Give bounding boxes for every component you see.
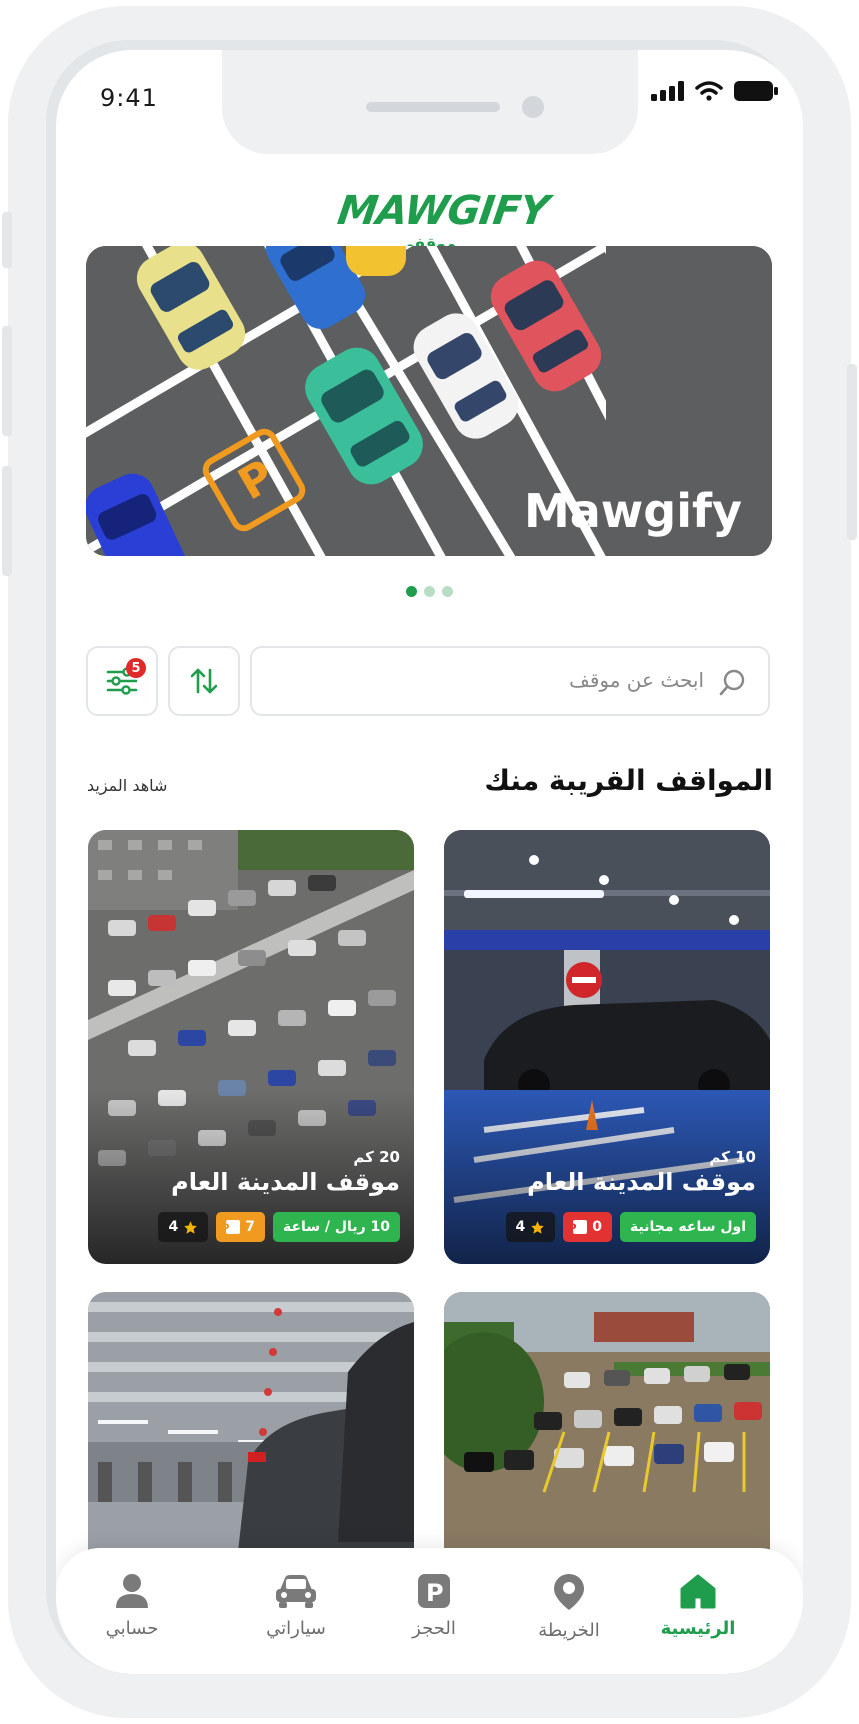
notch xyxy=(222,50,638,154)
search-icon xyxy=(719,669,745,696)
promo-banner[interactable]: P Mawgify xyxy=(86,246,772,556)
home-icon xyxy=(680,1574,716,1609)
parking-name: موقف المدينة العام xyxy=(527,1168,756,1196)
spots-count: 7 xyxy=(245,1219,255,1235)
nav-booking-label: الحجز xyxy=(412,1618,456,1639)
rating-tag: 4 xyxy=(505,1212,556,1242)
parking-icon: P xyxy=(226,1220,241,1235)
bottom-navigation: الرئيسية الخريطة P الحجز سياراتي حسابي xyxy=(56,1548,803,1674)
nav-map[interactable]: الخريطة xyxy=(509,1572,629,1641)
parking-card[interactable]: 10 كم موقف المدينة العام اول ساعه مجانية… xyxy=(444,830,770,1264)
sort-icon xyxy=(190,668,218,694)
parking-card[interactable]: 20 كم موقف المدينة العام 10 ريال / ساعة … xyxy=(88,830,414,1264)
nav-home-label: الرئيسية xyxy=(660,1618,736,1639)
logo-wordmark: MAWGIFY xyxy=(334,188,551,234)
camera xyxy=(522,96,544,118)
carousel-dot[interactable] xyxy=(442,586,453,597)
parking-tags: 10 ريال / ساعة 7 P 4 xyxy=(158,1212,400,1242)
user-icon xyxy=(116,1574,148,1608)
side-button xyxy=(2,466,12,576)
sort-button[interactable] xyxy=(168,646,240,716)
parking-icon: P xyxy=(573,1220,588,1235)
svg-text:P: P xyxy=(226,1222,230,1235)
parking-distance: 10 كم xyxy=(709,1148,756,1166)
spots-tag: 7 P xyxy=(216,1212,265,1242)
map-pin-icon xyxy=(554,1574,584,1610)
rating-tag: 4 xyxy=(158,1212,209,1242)
parking-distance: 20 كم xyxy=(353,1148,400,1166)
price-tag: 10 ريال / ساعة xyxy=(272,1212,400,1242)
filter-badge: 5 xyxy=(126,658,146,678)
nav-account-label: حسابي xyxy=(105,1618,159,1639)
screen: 9:41 MAWGIFY موقفي P Mawgify 5 ابحث عن م… xyxy=(56,50,803,1674)
spots-tag: 0 P xyxy=(563,1212,613,1242)
filter-button[interactable]: 5 xyxy=(86,646,158,716)
rating-value: 4 xyxy=(168,1219,179,1235)
nav-cars[interactable]: سياراتي xyxy=(236,1572,356,1639)
svg-text:P: P xyxy=(426,1579,444,1607)
nav-home[interactable]: الرئيسية xyxy=(638,1572,758,1639)
parking-tags: اول ساعه مجانية 0 P 4 xyxy=(505,1212,756,1242)
parking-photo xyxy=(88,830,414,1264)
svg-text:P: P xyxy=(573,1222,577,1235)
banner-title: Mawgify xyxy=(523,484,742,538)
side-button xyxy=(847,364,857,540)
status-time: 9:41 xyxy=(100,84,158,112)
status-icons xyxy=(651,80,779,102)
price-tag: اول ساعه مجانية xyxy=(620,1212,756,1242)
search-input[interactable]: ابحث عن موقف xyxy=(250,646,770,716)
nav-account[interactable]: حسابي xyxy=(72,1572,192,1639)
carousel-dot-active[interactable] xyxy=(406,586,417,597)
section-title: المواقف القريبة منك xyxy=(484,764,773,797)
car-icon xyxy=(276,1575,316,1608)
nav-map-label: الخريطة xyxy=(538,1620,600,1641)
wifi-icon xyxy=(695,81,723,101)
nav-booking[interactable]: P الحجز xyxy=(374,1572,494,1639)
speaker xyxy=(366,102,500,112)
star-icon xyxy=(184,1220,197,1234)
parking-name: موقف المدينة العام xyxy=(171,1168,400,1196)
search-placeholder: ابحث عن موقف xyxy=(569,668,704,692)
carousel-dot[interactable] xyxy=(424,586,435,597)
battery-icon xyxy=(734,81,778,101)
nav-cars-label: سياراتي xyxy=(266,1618,326,1639)
rating-value: 4 xyxy=(515,1219,526,1235)
side-button xyxy=(2,212,12,268)
parking-icon: P xyxy=(418,1574,450,1608)
side-button xyxy=(2,326,12,436)
parking-photo xyxy=(444,830,770,1264)
star-icon xyxy=(531,1220,545,1234)
see-more-link[interactable]: شاهد المزيد xyxy=(87,776,167,795)
spots-count: 0 xyxy=(592,1219,603,1235)
carousel-dots xyxy=(56,586,803,597)
signal-icon xyxy=(651,81,684,101)
